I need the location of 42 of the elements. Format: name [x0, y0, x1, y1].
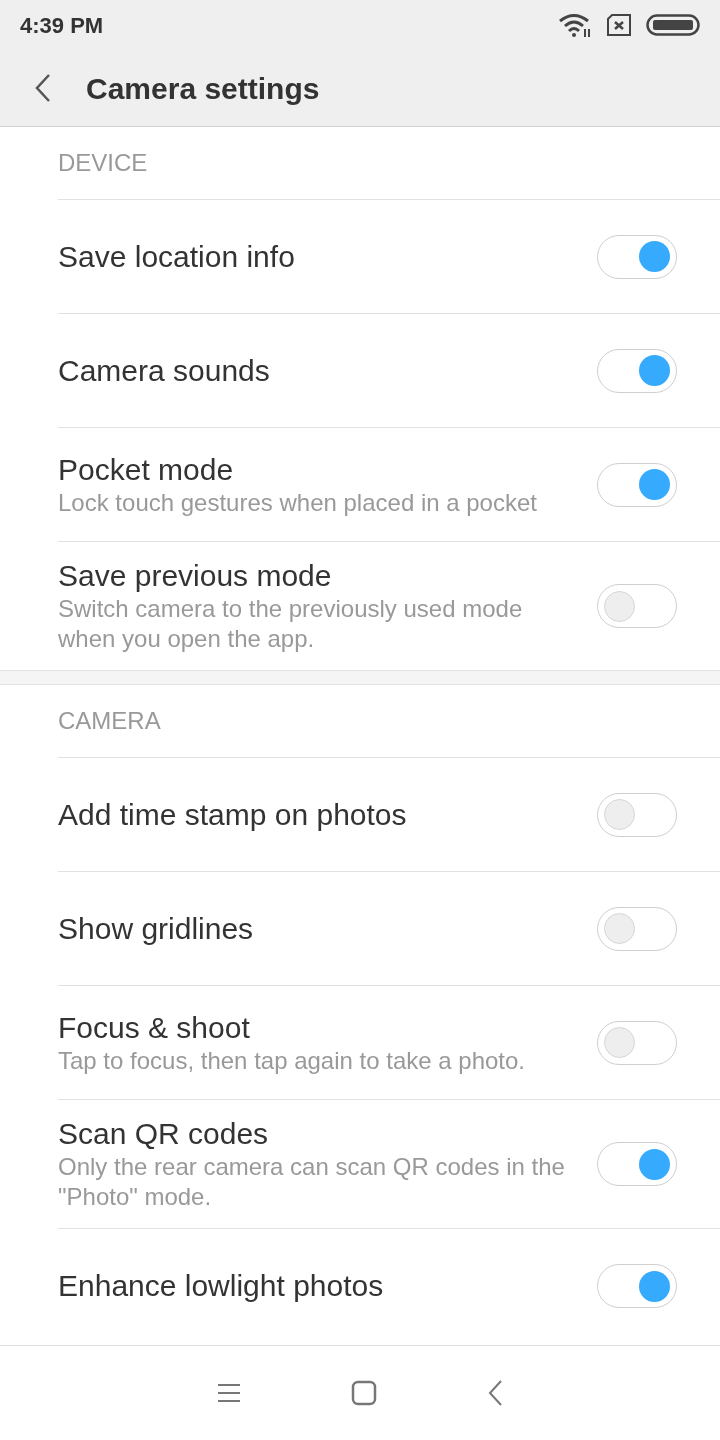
setting-row[interactable]: Add time stamp on photos [58, 758, 720, 872]
page-title: Camera settings [86, 70, 320, 107]
setting-row[interactable]: Camera sounds [58, 314, 720, 428]
status-time: 4:39 PM [20, 11, 104, 40]
toggle-switch[interactable] [597, 906, 677, 951]
back-icon[interactable] [487, 1379, 503, 1407]
setting-row[interactable]: Enhance lowlight photos [58, 1229, 720, 1343]
home-icon[interactable] [351, 1380, 377, 1406]
toggle-switch[interactable] [597, 1264, 677, 1308]
section-header: CAMERA [58, 706, 161, 736]
setting-title: Pocket mode [58, 451, 235, 488]
setting-title: Enhance lowlight photos [58, 1268, 385, 1304]
back-icon [35, 73, 51, 103]
setting-row[interactable]: Pocket mode Lock touch gestures when placed in a pocket [58, 428, 720, 542]
setting-row[interactable]: Save location info [58, 200, 720, 314]
menu-icon[interactable] [217, 1383, 241, 1403]
setting-title: Save location info [58, 238, 296, 275]
toggle-switch[interactable] [597, 234, 677, 279]
battery-icon [646, 14, 700, 36]
sim-card-icon [606, 14, 632, 36]
setting-title: Focus & shoot [58, 1009, 251, 1046]
setting-title: Add time stamp on photos [58, 796, 408, 833]
setting-row[interactable]: Scan QR codes Only the rear camera can scan QR codes in the "Photo" mode. [58, 1100, 720, 1229]
setting-row[interactable]: Show gridlines [58, 872, 720, 986]
setting-description: Only the rear camera can scan QR codes in the "Photo" mode. [58, 1152, 566, 1212]
setting-title: Camera sounds [58, 352, 271, 389]
setting-title: Save previous mode [58, 558, 333, 594]
toggle-switch[interactable] [597, 462, 677, 507]
wifi-icon [558, 13, 592, 37]
setting-row[interactable]: Focus & shoot Tap to focus, then tap again to take a photo. [58, 986, 720, 1100]
setting-title: Show gridlines [58, 910, 255, 947]
setting-title: Scan QR codes [58, 1116, 270, 1152]
toggle-switch[interactable] [597, 348, 677, 393]
toggle-switch[interactable] [597, 792, 677, 837]
toggle-switch[interactable] [597, 1142, 677, 1186]
section-header: DEVICE [58, 148, 148, 178]
setting-description: Lock touch gestures when placed in a pocket [58, 487, 538, 518]
toggle-switch[interactable] [597, 584, 677, 628]
setting-description: Tap to focus, then tap again to take a photo. [58, 1045, 526, 1076]
toggle-switch[interactable] [597, 1020, 677, 1065]
setting-row[interactable]: Save previous mode Switch camera to the previously used mode when you open the app. [58, 542, 720, 670]
setting-description: Switch camera to the previously used mode when you open the app. [58, 594, 524, 654]
